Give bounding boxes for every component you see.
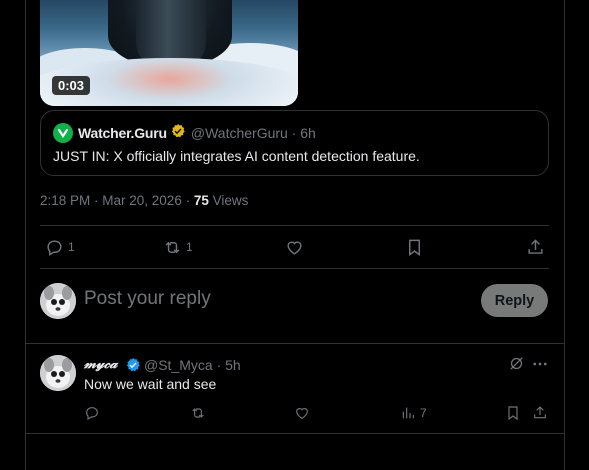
reply-count: 1 — [68, 240, 75, 254]
divider — [25, 433, 565, 434]
repost-button[interactable]: 1 — [163, 232, 193, 262]
video-thumbnail[interactable]: 0:03 — [40, 0, 298, 106]
views-button[interactable]: 7 — [400, 402, 427, 424]
grok-icon[interactable] — [508, 355, 525, 377]
reply-submit-button[interactable]: Reply — [481, 284, 548, 317]
divider — [25, 343, 565, 344]
verified-badge-icon — [125, 357, 141, 378]
reply-icon — [47, 239, 62, 256]
share-icon — [528, 238, 543, 254]
repost-icon — [192, 408, 204, 418]
share-icon — [534, 406, 546, 419]
bookmark-icon — [508, 406, 518, 421]
reply-views-count: 7 — [420, 406, 427, 420]
quoted-author-handle: @WatcherGuru · 6h — [190, 125, 316, 141]
quoted-post-text: JUST IN: X officially integrates AI cont… — [53, 148, 420, 164]
reply-input[interactable]: Post your reply — [84, 288, 211, 310]
reply-text: Now we wait and see — [84, 376, 217, 392]
share-button[interactable] — [526, 232, 545, 262]
reply-author-handle[interactable]: @St_Myca · 5h — [144, 357, 241, 373]
like-icon — [287, 241, 302, 255]
views-icon — [402, 407, 414, 419]
column-border-left — [25, 0, 26, 470]
like-button[interactable] — [285, 232, 304, 262]
post-timestamp[interactable]: 2:18 PM · Mar 20, 2026 · — [40, 193, 194, 208]
bookmark-icon — [409, 239, 420, 256]
quoted-author-name: Watcher.Guru — [78, 125, 167, 141]
verified-badge-icon — [170, 123, 186, 144]
views-label: Views — [208, 193, 249, 208]
repost-count: 1 — [186, 240, 193, 254]
share-button[interactable] — [532, 402, 548, 424]
divider — [40, 225, 549, 226]
post-meta: 2:18 PM · Mar 20, 2026 · 75 Views — [40, 193, 248, 208]
repost-icon — [165, 241, 180, 253]
reply-author-name[interactable]: 𝓂𝓎𝒸𝒶 — [84, 356, 117, 372]
reply-post-actions: 7 — [84, 402, 554, 424]
like-button[interactable] — [294, 402, 310, 424]
video-duration: 0:03 — [52, 76, 91, 95]
views-count: 75 — [193, 193, 209, 208]
repost-button[interactable] — [190, 402, 206, 424]
post-actions: 1 1 — [40, 232, 549, 262]
bookmark-button[interactable] — [505, 402, 521, 424]
divider — [40, 268, 549, 269]
quoted-post[interactable]: Watcher.Guru @WatcherGuru · 6h JUST IN: … — [40, 110, 549, 176]
bookmark-button[interactable] — [405, 232, 424, 262]
avatar[interactable] — [40, 283, 76, 319]
reply-button[interactable] — [84, 402, 100, 424]
reply-avatar[interactable] — [40, 355, 76, 391]
column-border-right — [564, 0, 565, 470]
reply-icon — [86, 407, 98, 421]
more-icon[interactable] — [531, 355, 549, 378]
like-icon — [296, 407, 308, 419]
reply-button[interactable]: 1 — [45, 232, 75, 262]
watcher-guru-logo — [53, 123, 73, 143]
